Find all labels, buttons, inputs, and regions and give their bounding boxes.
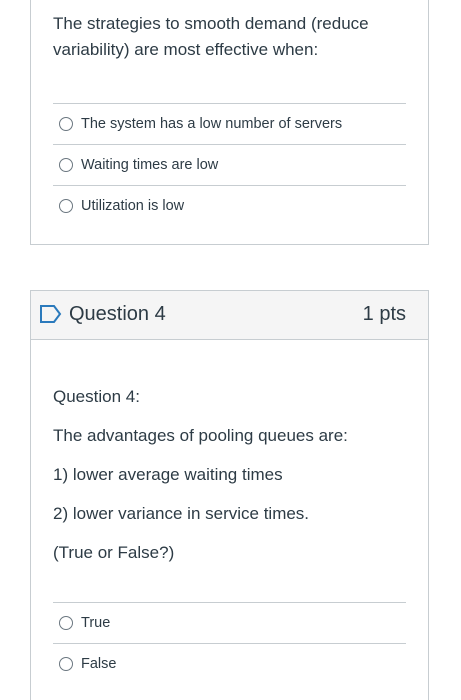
- answer-option[interactable]: Waiting times are low: [53, 145, 406, 186]
- question-header: Question 4 1 pts: [31, 291, 428, 340]
- answer-option[interactable]: The system has a low number of servers: [53, 104, 406, 145]
- answer-option[interactable]: Utilization is low: [53, 186, 406, 226]
- question-3-answers: The system has a low number of servers W…: [53, 103, 406, 226]
- radio-button[interactable]: [59, 657, 73, 671]
- question-4-body: Question 4: The advantages of pooling qu…: [31, 340, 428, 566]
- flag-outline-icon[interactable]: [39, 304, 63, 324]
- answer-option[interactable]: False: [53, 644, 406, 684]
- question-4-paragraph: 2) lower variance in service times.: [53, 504, 310, 523]
- question-card-3: The strategies to smooth demand (reduce …: [30, 0, 429, 245]
- answer-option[interactable]: True: [53, 603, 406, 644]
- answer-label: False: [81, 656, 117, 672]
- question-title: Question 4: [69, 303, 166, 325]
- question-4-paragraph: 1) lower average waiting times: [53, 465, 283, 484]
- question-4-paragraph: (True or False?): [53, 543, 175, 562]
- answer-label: True: [81, 615, 111, 631]
- radio-button[interactable]: [59, 158, 73, 172]
- answer-label: Waiting times are low: [81, 157, 219, 173]
- question-points: 1 pts: [362, 303, 406, 325]
- question-3-text: The strategies to smooth demand (reduce …: [53, 14, 369, 59]
- answer-label: The system has a low number of servers: [81, 116, 343, 132]
- radio-button[interactable]: [59, 616, 73, 630]
- quiz-page: The strategies to smooth demand (reduce …: [0, 0, 461, 700]
- question-4-answers: True False: [53, 602, 406, 684]
- question-4-paragraph: Question 4:: [53, 387, 140, 406]
- radio-button[interactable]: [59, 117, 73, 131]
- radio-button[interactable]: [59, 199, 73, 213]
- question-4-paragraph: The advantages of pooling queues are:: [53, 426, 348, 445]
- question-card-4: Question 4 1 pts Question 4: The advanta…: [30, 290, 429, 700]
- answer-label: Utilization is low: [81, 198, 185, 214]
